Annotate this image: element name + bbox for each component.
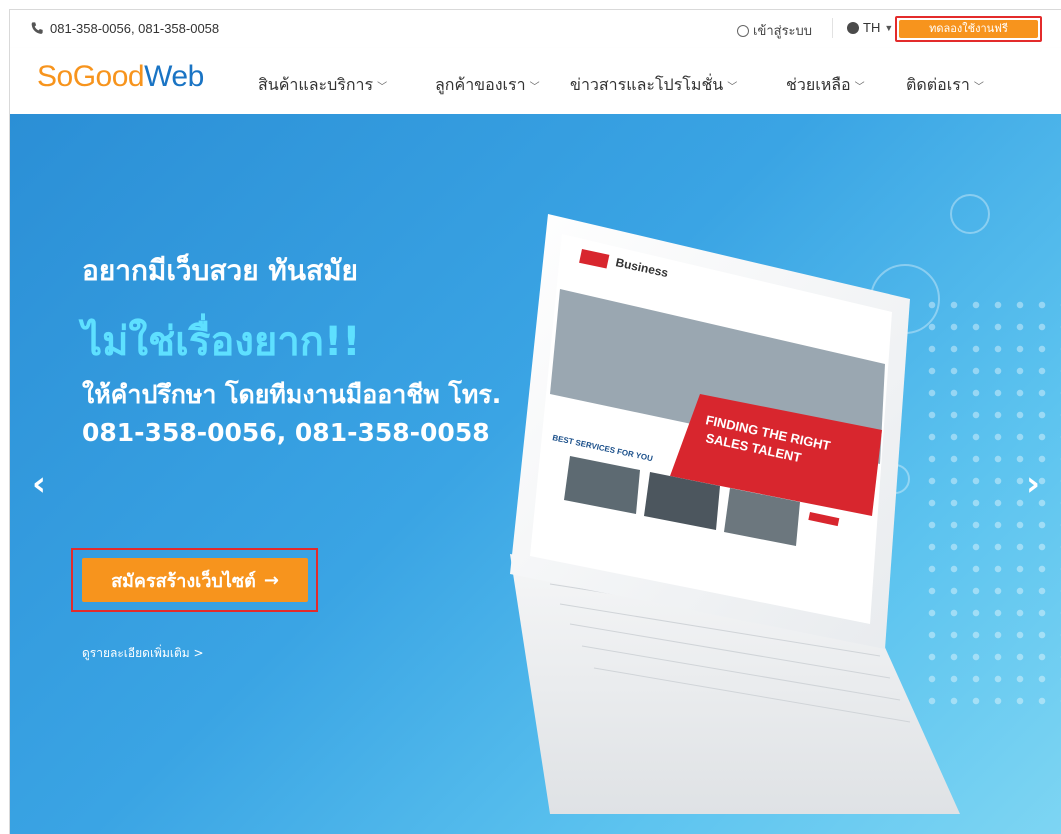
chevron-down-icon: ﹀ [973,82,984,93]
nav-contact[interactable]: ติดต่อเรา ﹀ [906,73,984,98]
signup-button[interactable]: สมัครสร้างเว็บไซต์ → [82,558,308,602]
language-selector[interactable]: TH ▼ [847,20,893,35]
chevron-down-icon: ﹀ [854,82,865,93]
arrow-right-icon: → [263,569,279,591]
language-label: TH [863,20,881,35]
hero-slider: อยากมีเว็บสวย ทันสมัย ไม่ใช่เรื่องยาก!! … [10,114,1061,834]
caret-down-icon: ▼ [884,22,894,33]
laptop-illustration: Business FINDING THE RIGHT SALES TALENT … [510,214,960,814]
main-nav: SoGoodWeb สินค้าและบริการ ﹀ ลูกค้าของเรา ﹀… [10,48,1061,114]
hero-highlight: ไม่ใช่เรื่องยาก!! [82,319,361,365]
browser-frame: 081-358-0056, 081-358-0058 เข้าสู่ระบบ T… [9,9,1061,834]
more-details-link[interactable]: ดูรายละเอียดเพิ่มเติม > [82,644,204,663]
phone-number: 081-358-0056, 081-358-0058 [50,21,220,36]
nav-help[interactable]: ช่วยเหลือ ﹀ [786,73,865,98]
phone-contact[interactable]: 081-358-0056, 081-358-0058 [30,21,219,36]
sogoodweb-logo[interactable]: SoGoodWeb [37,60,204,94]
hero-heading: อยากมีเว็บสวย ทันสมัย [82,254,358,287]
top-bar: 081-358-0056, 081-358-0058 เข้าสู่ระบบ T… [10,10,1061,48]
globe-icon [847,21,859,34]
divider [832,18,833,38]
slider-next-arrow[interactable]: › [1026,464,1040,504]
user-icon [737,24,749,37]
login-label: เข้าสู่ระบบ [753,24,813,39]
chevron-down-icon: ﹀ [727,82,738,93]
chevron-down-icon: ﹀ [377,82,388,93]
slider-prev-arrow[interactable]: ‹ [32,464,46,504]
nav-customers[interactable]: ลูกค้าของเรา ﹀ [435,73,540,98]
free-trial-button[interactable]: ทดลองใช้งานฟรี [899,20,1038,38]
nav-products[interactable]: สินค้าและบริการ ﹀ [258,73,387,98]
login-link[interactable]: เข้าสู่ระบบ [737,20,812,41]
phone-icon [31,22,43,34]
chevron-down-icon: ﹀ [529,82,540,93]
nav-news[interactable]: ข่าวสารและโปรโมชั่น ﹀ [570,73,737,98]
hero-subtext: ให้คำปรึกษา โดยทีมงานมืออาชีพ โทร. 081-3… [82,380,502,447]
